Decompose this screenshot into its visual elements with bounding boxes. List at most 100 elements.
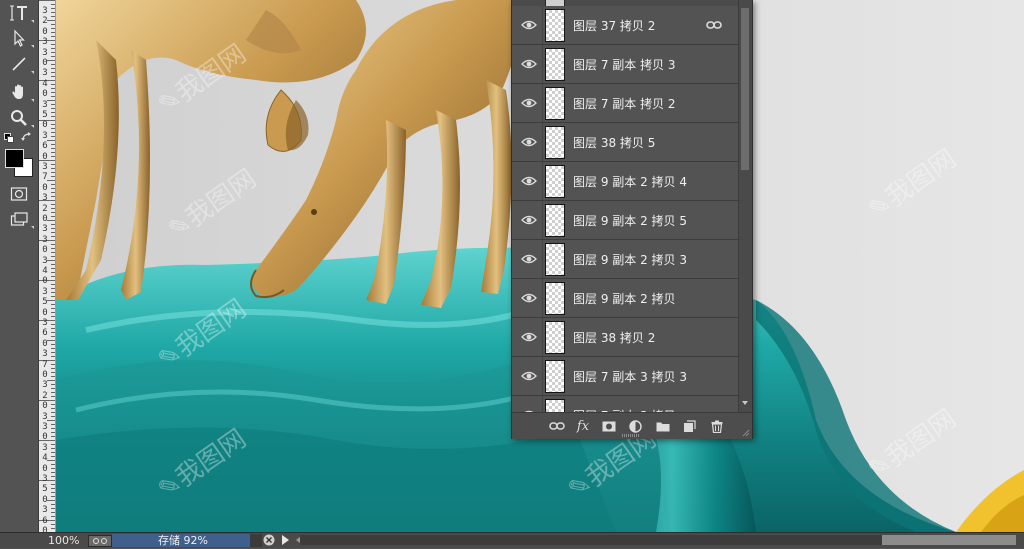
layer-row[interactable]: 图层 38 拷贝 2 [512,318,738,357]
ruler-label: 0 [42,120,48,131]
layer-row[interactable]: 图层 38 拷贝 5 [512,123,738,162]
layer-thumbnail[interactable] [545,165,565,198]
layer-row[interactable]: 图层 7 副本 拷贝 2 [512,84,738,123]
layer-thumbnail[interactable] [545,243,565,276]
ruler-label: 3 [42,47,48,58]
ruler-label: 7 [42,359,48,370]
horizontal-scrollbar-thumb[interactable] [882,535,1016,545]
quick-mask-icon [10,187,28,201]
cancel-save-icon[interactable] [263,534,275,546]
layer-thumbnail[interactable] [545,126,565,159]
layer-thumbnail[interactable] [545,87,565,120]
divider [542,162,543,200]
swap-colors-icon[interactable] [21,131,33,143]
layer-name[interactable]: 图层 9 副本 2 拷贝 4 [573,173,687,190]
adjustment-layer-button[interactable] [626,418,644,434]
ruler-label: 3 [42,99,48,110]
foreground-color-swatch[interactable] [5,149,24,168]
layers-panel: 图层 37 拷贝 2 图层 7 副本 拷贝 3 图层 7 副本 拷贝 2 图层 38 … [511,0,753,439]
visibility-eye-icon[interactable] [520,172,538,190]
link-layers-button[interactable] [548,418,566,434]
ruler-label: 3 [42,224,48,235]
visibility-eye-icon[interactable] [520,289,538,307]
visibility-eye-icon[interactable] [520,367,538,385]
layer-name[interactable]: 图层 9 副本 2 拷贝 [573,290,676,307]
layer-thumbnail[interactable] [545,360,565,393]
layer-row[interactable]: 图层 9 副本 2 拷贝 4 [512,162,738,201]
ruler-label: 0 [42,26,48,37]
delete-layer-button[interactable] [708,418,726,434]
layer-row[interactable]: 图层 7 副本 3 拷贝 3 [512,357,738,396]
layer-thumbnail[interactable] [545,9,565,42]
layer-row[interactable]: 图层 9 副本 2 拷贝 5 [512,201,738,240]
visibility-eye-icon[interactable] [520,16,538,34]
layer-name[interactable]: 图层 38 拷贝 2 [573,329,655,346]
ruler-label: 3 [42,234,48,245]
layer-link-icon [706,17,722,33]
ruler-label: 5 [42,484,48,495]
layer-name[interactable]: 图层 7 副本 3 拷贝 3 [573,368,687,385]
new-group-button[interactable] [654,418,672,434]
horizontal-scrollbar[interactable] [300,535,1016,545]
visibility-eye-icon[interactable] [520,250,538,268]
layer-name[interactable]: 图层 7 副本 拷贝 2 [573,95,676,112]
layers-scrollbar[interactable] [738,0,752,412]
layer-thumbnail[interactable] [545,48,565,81]
new-layer-icon [683,419,696,432]
zoom-level[interactable]: 100% [48,533,79,548]
layer-style-button[interactable]: fx [574,418,592,434]
divider [542,240,543,278]
layer-name[interactable]: 图层 37 拷贝 2 [573,17,655,34]
screen-mode[interactable] [6,208,34,230]
ruler-label: 6 [42,328,48,339]
ruler-label: 0 [42,494,48,505]
status-info-toggle[interactable] [88,535,112,547]
layer-row[interactable]: 图层 9 副本 2 拷贝 [512,279,738,318]
path-selection-tool[interactable] [6,27,34,49]
visibility-eye-icon[interactable] [520,55,538,73]
divider [542,6,543,44]
resize-corner-icon[interactable] [742,429,750,437]
layer-row[interactable]: 图层 9 副本 2 拷贝 3 [512,240,738,279]
divider [542,201,543,239]
layer-row[interactable]: 图层 37 拷贝 2 [512,6,738,45]
hand-tool[interactable] [6,81,34,103]
tools-panel [0,0,39,532]
panel-resize-grip[interactable] [622,434,640,437]
type-tool[interactable] [6,2,34,24]
layer-name[interactable]: 图层 7 副本 拷贝 3 [573,56,676,73]
layer-mask-icon [602,421,616,431]
layer-thumbnail[interactable] [545,282,565,315]
divider [542,279,543,317]
visibility-eye-icon[interactable] [520,211,538,229]
layer-name[interactable]: 图层 9 副本 2 拷贝 5 [573,212,687,229]
layer-thumbnail[interactable] [545,204,565,237]
new-layer-button[interactable] [680,418,698,434]
scroll-down-arrow-icon[interactable] [742,401,748,405]
layer-thumbnail[interactable] [545,321,565,354]
visibility-eye-icon[interactable] [520,328,538,346]
status-menu-arrow-icon[interactable] [282,535,289,545]
ruler-label: 3 [42,442,48,453]
visibility-eye-icon[interactable] [520,94,538,112]
fx-icon: fx [576,418,590,434]
ruler-label: 0 [42,463,48,474]
magnifier-icon [11,110,27,126]
layer-name[interactable]: 图层 38 拷贝 5 [573,134,655,151]
zoom-tool[interactable] [6,107,34,129]
scrollbar-thumb[interactable] [741,8,749,170]
type-icon [10,5,27,21]
ruler-label: 5 [42,297,48,308]
ruler-label: 3 [42,380,48,391]
layer-name[interactable]: 图层 9 副本 2 拷贝 3 [573,251,687,268]
line-tool[interactable] [6,53,34,75]
screen-mode-icon [10,212,28,226]
ruler-label: 3 [42,130,48,141]
ruler-label: 0 [42,151,48,162]
layer-row[interactable]: 图层 7 副本 拷贝 3 [512,45,738,84]
default-colors-icon[interactable] [4,133,14,143]
quick-mask[interactable] [6,183,32,205]
ruler-label: 3 [42,68,48,79]
add-mask-button[interactable] [600,418,618,434]
visibility-eye-icon[interactable] [520,133,538,151]
